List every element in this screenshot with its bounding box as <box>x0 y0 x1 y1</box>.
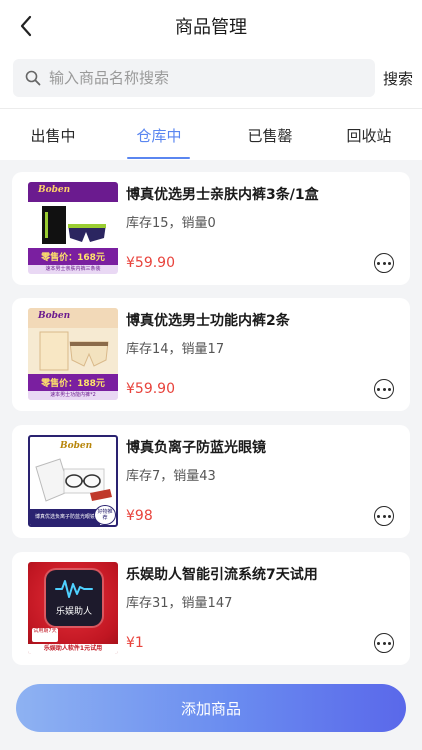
promo-caption: 速本男士功能内裤*2 <box>28 391 118 400</box>
brand-logo: Boben <box>38 185 71 195</box>
product-stock-sales: 库存7，销量43 <box>126 469 216 484</box>
product-image: Boben 博真优选负离子防蓝光眼镜 好物推荐 <box>28 435 118 527</box>
search-icon <box>25 70 41 86</box>
underwear-box-graphic <box>42 206 106 244</box>
tab-warehouse[interactable]: 仓库中 <box>119 125 199 146</box>
promo-price-label: 零售价：188元 <box>28 374 118 391</box>
app-logo-tile: 乐娱助人 <box>46 570 102 626</box>
product-card[interactable]: 乐娱助人 试用期7天 乐娱助人软件1元试用 乐娱助人智能引流系统7天试用 库存3… <box>12 552 410 665</box>
app-logo-text: 乐娱助人 <box>55 607 92 617</box>
product-card[interactable]: Boben 博真优选负离子防蓝光眼镜 好物推荐 博真负离子防蓝光眼镜 库存7，销… <box>12 425 410 538</box>
product-price: ¥59.90 <box>126 255 175 271</box>
nav-header: 商品管理 <box>0 0 422 52</box>
more-icon[interactable] <box>374 506 394 526</box>
brand-logo: Boben <box>38 311 71 321</box>
search-box[interactable] <box>13 59 375 97</box>
product-stock-sales: 库存15，销量0 <box>126 216 216 231</box>
search-button[interactable]: 搜索 <box>383 68 413 89</box>
product-caption: 乐娱助人软件1元试用 <box>28 644 118 654</box>
page-title: 商品管理 <box>175 17 247 38</box>
add-product-button[interactable]: 添加商品 <box>16 684 406 732</box>
recommend-badge: 好物推荐 <box>94 505 116 525</box>
tab-recycle-bin[interactable]: 回收站 <box>329 125 409 146</box>
product-name: 博真优选男士功能内裤2条 <box>126 313 290 329</box>
active-tab-indicator <box>127 157 190 159</box>
more-icon[interactable] <box>374 633 394 653</box>
product-name: 乐娱助人智能引流系统7天试用 <box>126 567 318 583</box>
product-image: Boben 零售价：168元 速本男士亲肤内裤三条装 <box>28 182 118 274</box>
product-card[interactable]: Boben 零售价：188元 速本男士功能内裤*2 博真优选男士功能内裤2条 库… <box>12 298 410 411</box>
search-bar: 搜索 <box>0 52 422 108</box>
promo-price-label: 零售价：168元 <box>28 248 118 265</box>
tab-sold-out[interactable]: 已售罄 <box>230 125 310 146</box>
waveform-icon <box>55 580 93 598</box>
search-input[interactable] <box>49 69 349 87</box>
tab-bar: 出售中 仓库中 已售罄 回收站 <box>0 108 422 160</box>
promo-caption: 速本男士亲肤内裤三条装 <box>28 265 118 274</box>
glasses-box-graphic <box>35 458 112 502</box>
product-name: 博真负离子防蓝光眼镜 <box>126 440 266 456</box>
trial-badge: 试用期7天 <box>32 628 58 642</box>
product-caption: 博真优选负离子防蓝光眼镜 <box>30 509 100 525</box>
more-icon[interactable] <box>374 253 394 273</box>
brand-logo: Boben <box>60 441 93 451</box>
tab-on-sale[interactable]: 出售中 <box>13 125 93 146</box>
product-price: ¥98 <box>126 508 153 524</box>
product-image: 乐娱助人 试用期7天 乐娱助人软件1元试用 <box>28 562 118 654</box>
product-price: ¥59.90 <box>126 381 175 397</box>
product-name: 博真优选男士亲肤内裤3条/1盒 <box>126 187 319 203</box>
underwear-box-graphic <box>39 331 109 371</box>
product-price: ¥1 <box>126 635 144 651</box>
product-stock-sales: 库存31，销量147 <box>126 596 233 611</box>
more-icon[interactable] <box>374 379 394 399</box>
product-stock-sales: 库存14，销量17 <box>126 342 225 357</box>
product-card[interactable]: Boben 零售价：168元 速本男士亲肤内裤三条装 博真优选男士亲肤内裤3条/… <box>12 172 410 285</box>
product-image: Boben 零售价：188元 速本男士功能内裤*2 <box>28 308 118 400</box>
